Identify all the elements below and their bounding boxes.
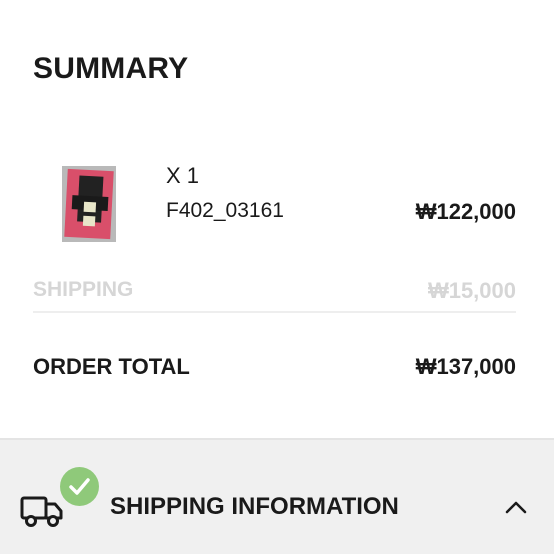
product-thumbnail bbox=[62, 166, 116, 242]
shipping-label: SHIPPING bbox=[33, 278, 134, 301]
item-quantity: X 1 bbox=[166, 163, 200, 188]
summary-divider bbox=[33, 311, 516, 313]
order-total-value: ₩137,000 bbox=[415, 354, 516, 379]
order-total-label: ORDER TOTAL bbox=[33, 354, 190, 379]
truck-icon bbox=[20, 496, 63, 527]
summary-title: SUMMARY bbox=[33, 52, 189, 85]
shipping-information-label[interactable]: SHIPPING INFORMATION bbox=[110, 493, 399, 521]
item-sku: F402_03161 bbox=[166, 199, 284, 222]
shipping-value: ₩15,000 bbox=[427, 278, 516, 303]
item-price: ₩122,000 bbox=[415, 199, 516, 224]
chevron-up-icon[interactable] bbox=[504, 498, 528, 516]
check-icon bbox=[60, 467, 99, 506]
